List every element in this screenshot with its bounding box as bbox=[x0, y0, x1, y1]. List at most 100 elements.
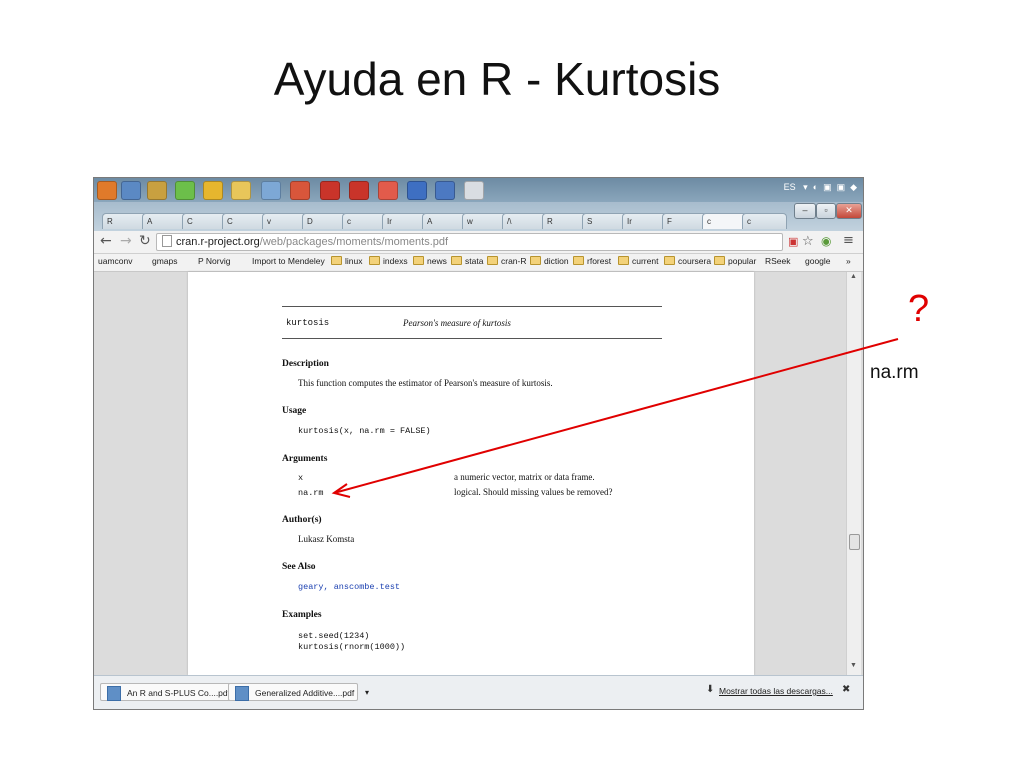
browser-tab-active[interactable]: c bbox=[702, 213, 747, 229]
bookmark-folder[interactable]: indexs bbox=[369, 256, 408, 266]
scroll-down-icon[interactable]: ▼ bbox=[850, 662, 857, 669]
arguments-heading: Arguments bbox=[282, 454, 328, 464]
close-icon[interactable]: ✖ bbox=[842, 684, 850, 695]
vertical-scrollbar[interactable]: ▲ ▼ bbox=[846, 272, 861, 675]
language-indicator: ES bbox=[783, 182, 796, 192]
minimize-button[interactable]: – bbox=[794, 203, 816, 219]
browser-tab[interactable]: v bbox=[262, 213, 307, 229]
bookmark-folder[interactable]: cran-R bbox=[487, 256, 527, 266]
browser-tab[interactable]: R bbox=[542, 213, 587, 229]
bookmark-folder[interactable]: rforest bbox=[573, 256, 611, 266]
pdf-icon[interactable] bbox=[349, 181, 369, 200]
chrome-icon[interactable] bbox=[175, 181, 195, 200]
browser-tab-strip: R A C C v D c Ir A w /\ R S Ir F c c – ▫… bbox=[94, 202, 863, 231]
browser-tab[interactable]: D bbox=[302, 213, 347, 229]
function-title: Pearson's measure of kurtosis bbox=[403, 318, 511, 328]
scrollbar-thumb[interactable] bbox=[849, 534, 860, 550]
close-window-button[interactable]: ✕ bbox=[836, 203, 862, 219]
app-icon[interactable] bbox=[407, 181, 427, 200]
extension-icon[interactable]: ◉ bbox=[821, 234, 831, 248]
download-item[interactable]: Generalized Additive....pdf ▾ bbox=[228, 683, 369, 701]
app-icon[interactable] bbox=[464, 181, 484, 200]
chevron-down-icon[interactable]: ▾ bbox=[365, 684, 369, 702]
browser-screenshot: ES ▾ ◐ ▣ ▣ ◆ R A C C v D c Ir A w /\ R S… bbox=[93, 177, 864, 710]
maximize-button[interactable]: ▫ bbox=[816, 203, 836, 219]
reload-icon[interactable]: ↻ bbox=[139, 233, 151, 249]
bookmark-folder[interactable]: popular bbox=[714, 256, 756, 266]
bookmark-folder[interactable]: coursera bbox=[664, 256, 711, 266]
browser-tab[interactable]: A bbox=[142, 213, 187, 229]
extension-icon[interactable]: ▣ bbox=[788, 235, 798, 248]
bookmark-label: linux bbox=[345, 256, 363, 266]
browser-tab[interactable]: F bbox=[662, 213, 707, 229]
browser-tab[interactable]: A bbox=[422, 213, 467, 229]
bookmark-folder[interactable]: stata bbox=[451, 256, 483, 266]
browser-tab[interactable]: w bbox=[462, 213, 507, 229]
download-filename: An R and S-PLUS Co....pdf bbox=[127, 688, 230, 698]
argument-desc-x: a numeric vector, matrix or data frame. bbox=[454, 472, 595, 482]
bookmark-label: stata bbox=[465, 256, 484, 266]
chrome-icon[interactable] bbox=[203, 181, 223, 200]
system-tray: ES ▾ ◐ ▣ ▣ ◆ bbox=[784, 182, 857, 193]
slide-title: Ayuda en R - Kurtosis bbox=[273, 53, 721, 105]
pdf-file-icon bbox=[235, 686, 249, 701]
browser-tab[interactable]: R bbox=[102, 213, 147, 229]
browser-tab[interactable]: Ir bbox=[382, 213, 427, 229]
browser-tab[interactable]: /\ bbox=[502, 213, 547, 229]
app-icon[interactable] bbox=[147, 181, 167, 200]
seealso-links[interactable]: geary, anscombe.test bbox=[298, 582, 400, 592]
bookmark-item[interactable]: P Norvig bbox=[198, 256, 230, 266]
globe-icon[interactable] bbox=[121, 181, 141, 200]
folder-icon bbox=[530, 256, 541, 265]
star-icon[interactable]: ☆ bbox=[802, 234, 814, 249]
app-icon[interactable] bbox=[290, 181, 310, 200]
browser-tab[interactable]: S bbox=[582, 213, 627, 229]
bookmark-item[interactable]: google bbox=[805, 256, 831, 266]
tray-icons: ▾ ◐ ▣ ▣ ◆ bbox=[798, 182, 857, 192]
browser-tab[interactable]: C bbox=[222, 213, 267, 229]
bookmark-label: current bbox=[632, 256, 659, 266]
page-icon bbox=[162, 235, 172, 247]
url-host: cran.r-project.org bbox=[176, 236, 260, 248]
scroll-up-icon[interactable]: ▲ bbox=[850, 273, 857, 280]
download-arrow-icon: ⬇ bbox=[706, 684, 715, 695]
bookmark-item[interactable]: uamconv bbox=[98, 256, 133, 266]
browser-tab[interactable]: C bbox=[182, 213, 227, 229]
example-line: set.seed(1234) bbox=[298, 631, 370, 641]
argument-desc-na-rm: logical. Should missing values be remove… bbox=[454, 487, 613, 497]
downloads-bar: An R and S-PLUS Co....pdf ▾ Generalized … bbox=[94, 675, 863, 709]
bookmark-item[interactable]: Import to Mendeley bbox=[252, 256, 325, 266]
pdf-icon[interactable] bbox=[320, 181, 340, 200]
pdf-page: kurtosis Pearson's measure of kurtosis D… bbox=[188, 272, 754, 675]
forward-arrow-icon[interactable]: → bbox=[120, 233, 132, 249]
example-line: kurtosis(rnorm(1000)) bbox=[298, 642, 406, 652]
bookmark-label: news bbox=[427, 256, 447, 266]
menu-icon[interactable]: ≡ bbox=[843, 233, 854, 248]
browser-tab[interactable]: c bbox=[742, 213, 787, 229]
firefox-icon[interactable] bbox=[97, 181, 117, 200]
top-rule bbox=[282, 306, 662, 307]
examples-heading: Examples bbox=[282, 610, 322, 620]
bookmark-folder[interactable]: linux bbox=[331, 256, 362, 266]
folder-icon bbox=[618, 256, 629, 265]
more-bookmarks-icon[interactable]: » bbox=[846, 256, 851, 266]
bookmark-folder[interactable]: current bbox=[618, 256, 658, 266]
bookmark-folder[interactable]: diction bbox=[530, 256, 569, 266]
back-arrow-icon[interactable]: ← bbox=[100, 233, 112, 249]
download-filename: Generalized Additive....pdf bbox=[255, 688, 355, 698]
argument-name-x: x bbox=[298, 473, 304, 483]
show-all-downloads-link[interactable]: Mostrar todas las descargas... bbox=[719, 686, 833, 696]
bookmark-folder[interactable]: news bbox=[413, 256, 447, 266]
app-icon[interactable] bbox=[261, 181, 281, 200]
bookmark-item[interactable]: RSeek bbox=[765, 256, 791, 266]
download-item[interactable]: An R and S-PLUS Co....pdf ▾ bbox=[100, 683, 251, 701]
browser-tab[interactable]: c bbox=[342, 213, 387, 229]
acrobat-icon[interactable] bbox=[378, 181, 398, 200]
argument-name-na-rm: na.rm bbox=[298, 488, 324, 498]
folder-icon bbox=[413, 256, 424, 265]
address-bar[interactable]: cran.r-project.org/web/packages/moments/… bbox=[156, 233, 783, 251]
r-icon[interactable] bbox=[435, 181, 455, 200]
browser-tab[interactable]: Ir bbox=[622, 213, 667, 229]
folder-icon[interactable] bbox=[231, 181, 251, 200]
bookmark-item[interactable]: gmaps bbox=[152, 256, 178, 266]
